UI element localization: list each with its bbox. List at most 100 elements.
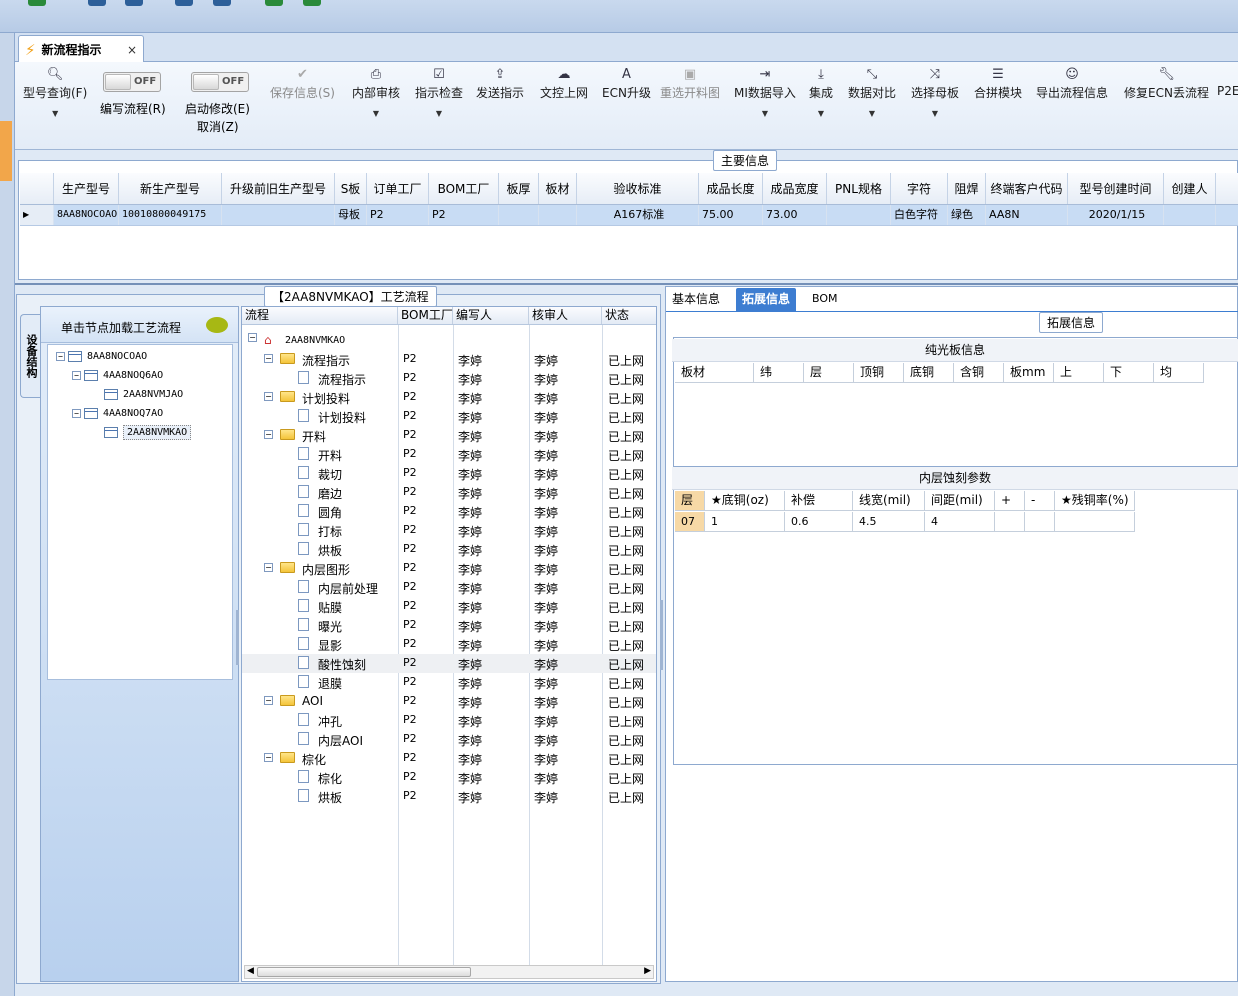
- process-row[interactable]: 内层AOI P2 李婷 李婷 已上网: [242, 730, 656, 749]
- column-header[interactable]: 订单工厂: [367, 173, 429, 204]
- collapse-icon[interactable]: −: [72, 409, 81, 418]
- process-row[interactable]: − 内层图形 P2 李婷 李婷 已上网: [242, 559, 656, 578]
- column-header[interactable]: 成品长度: [699, 173, 763, 204]
- column-header[interactable]: 新生产型号: [119, 173, 222, 204]
- process-row[interactable]: − AOI P2 李婷 李婷 已上网: [242, 692, 656, 711]
- horizontal-scrollbar[interactable]: ◀ ▶: [244, 965, 654, 979]
- column-header[interactable]: 创建人: [1164, 173, 1216, 204]
- process-row[interactable]: 冲孔 P2 李婷 李婷 已上网: [242, 711, 656, 730]
- collapse-icon[interactable]: −: [264, 753, 273, 762]
- query-button[interactable]: 🔍︎ 型号查询(F) ▼: [23, 66, 87, 118]
- tab-device-structure[interactable]: 设备结构: [20, 314, 40, 398]
- ecn-upgrade-button[interactable]: A ECN升级: [602, 66, 651, 101]
- tree-node[interactable]: −4AA8NOQ6AO: [72, 370, 163, 381]
- ribbon-icon[interactable]: [175, 0, 193, 6]
- process-row[interactable]: 打标 P2 李婷 李婷 已上网: [242, 521, 656, 540]
- process-row[interactable]: 曝光 P2 李婷 李婷 已上网: [242, 616, 656, 635]
- process-row[interactable]: − 计划投料 P2 李婷 李婷 已上网: [242, 388, 656, 407]
- process-row[interactable]: 退膜 P2 李婷 李婷 已上网: [242, 673, 656, 692]
- save-button[interactable]: ✔ 保存信息(S): [270, 66, 335, 101]
- column-header[interactable]: 字符: [891, 173, 948, 204]
- chevron-down-icon[interactable]: ▼: [23, 109, 87, 118]
- p2e-button[interactable]: P2E(: [1217, 66, 1238, 98]
- collapse-icon[interactable]: −: [264, 392, 273, 401]
- column-header[interactable]: 型号创建时间: [1068, 173, 1164, 204]
- internal-review-button[interactable]: ⎙ 内部审核 ▼: [352, 66, 400, 118]
- cancel-button[interactable]: 取消(Z): [197, 118, 239, 135]
- chevron-down-icon[interactable]: ▼: [734, 109, 796, 118]
- row-selector-header[interactable]: [20, 173, 54, 204]
- chevron-down-icon[interactable]: ▼: [809, 109, 833, 118]
- process-row[interactable]: − 开料 P2 李婷 李婷 已上网: [242, 426, 656, 445]
- column-header[interactable]: 板厚: [499, 173, 539, 204]
- close-icon[interactable]: ×: [127, 43, 137, 57]
- tree-node[interactable]: −4AA8NOQ7AO: [72, 408, 163, 419]
- docctrl-button[interactable]: ☁ 文控上网: [540, 66, 588, 101]
- process-row[interactable]: 棕化 P2 李婷 李婷 已上网: [242, 768, 656, 787]
- process-row[interactable]: 圆角 P2 李婷 李婷 已上网: [242, 502, 656, 521]
- process-row[interactable]: − 棕化 P2 李婷 李婷 已上网: [242, 749, 656, 768]
- process-row[interactable]: 流程指示 P2 李婷 李婷 已上网: [242, 369, 656, 388]
- column-header[interactable]: PNL规格: [827, 173, 891, 204]
- chevron-down-icon[interactable]: ▼: [352, 109, 400, 118]
- etch-params-row[interactable]: 07 1 0.6 4.5 4: [675, 512, 1135, 532]
- app-icon[interactable]: [28, 0, 46, 6]
- row-selector-icon[interactable]: ▶: [20, 205, 54, 225]
- collapse-icon[interactable]: −: [248, 333, 257, 342]
- process-row[interactable]: 裁切 P2 李婷 李婷 已上网: [242, 464, 656, 483]
- chevron-down-icon[interactable]: ▼: [848, 109, 896, 118]
- horizontal-splitter[interactable]: [15, 283, 1238, 285]
- tab-bom[interactable]: BOM: [806, 288, 844, 312]
- ribbon-icon[interactable]: [265, 0, 283, 6]
- process-row[interactable]: 酸性蚀刻 P2 李婷 李婷 已上网: [242, 654, 656, 673]
- column-header[interactable]: 终端客户代码: [986, 173, 1068, 204]
- collapse-icon[interactable]: −: [264, 430, 273, 439]
- tree-node[interactable]: 2AA8NVMJAO: [104, 389, 183, 400]
- chevron-down-icon[interactable]: ▼: [911, 109, 959, 118]
- process-row[interactable]: 磨边 P2 李婷 李婷 已上网: [242, 483, 656, 502]
- ribbon-icon[interactable]: [213, 0, 231, 6]
- process-row[interactable]: 计划投料 P2 李婷 李婷 已上网: [242, 407, 656, 426]
- process-row[interactable]: 烘板 P2 李婷 李婷 已上网: [242, 787, 656, 806]
- column-header[interactable]: 阻焊: [948, 173, 986, 204]
- process-row[interactable]: 显影 P2 李婷 李婷 已上网: [242, 635, 656, 654]
- ribbon-icon[interactable]: [88, 0, 106, 6]
- send-button[interactable]: ⇪ 发送指示: [476, 66, 524, 101]
- mi-import-button[interactable]: ⇥ MI数据导入 ▼: [734, 66, 796, 118]
- process-row[interactable]: 烘板 P2 李婷 李婷 已上网: [242, 540, 656, 559]
- reselect-button[interactable]: ▣ 重选开料图: [660, 66, 720, 101]
- tab-basic-info[interactable]: 基本信息: [666, 288, 726, 312]
- export-button[interactable]: ☺ 导出流程信息: [1036, 66, 1108, 101]
- collapse-icon[interactable]: −: [56, 352, 65, 361]
- instruction-check-button[interactable]: ☑ 指示检查 ▼: [415, 66, 463, 118]
- tab-new-flow[interactable]: ⚡ 新流程指示 ×: [18, 35, 144, 63]
- column-header[interactable]: 生产型号: [54, 173, 119, 204]
- vertical-splitter[interactable]: [236, 610, 239, 665]
- column-header[interactable]: 板材: [539, 173, 577, 204]
- collapse-icon[interactable]: −: [72, 371, 81, 380]
- column-header[interactable]: 验收标准: [577, 173, 699, 204]
- tab-extended-info[interactable]: 拓展信息: [736, 288, 797, 312]
- tree-node[interactable]: −8AA8NOCOAO: [56, 351, 147, 362]
- collapse-icon[interactable]: −: [264, 563, 273, 572]
- table-row[interactable]: ▶ 8AA8NOCOAO 10010800049175 母板 P2 P2 A16…: [20, 205, 1238, 226]
- select-master-button[interactable]: ⤨ 选择母板 ▼: [911, 66, 959, 118]
- column-header[interactable]: S板: [335, 173, 367, 204]
- column-header[interactable]: 升级前旧生产型号: [222, 173, 335, 204]
- write-flow-toggle[interactable]: OFF: [103, 72, 161, 92]
- integrate-button[interactable]: ⤓ 集成 ▼: [809, 66, 833, 118]
- process-row[interactable]: 开料 P2 李婷 李婷 已上网: [242, 445, 656, 464]
- process-row[interactable]: 内层前处理 P2 李婷 李婷 已上网: [242, 578, 656, 597]
- process-row[interactable]: − 流程指示 P2 李婷 李婷 已上网: [242, 350, 656, 369]
- column-header[interactable]: 成品宽度: [763, 173, 827, 204]
- column-header[interactable]: BOM工厂: [429, 173, 499, 204]
- repair-button[interactable]: 🔧︎ 修复ECN丢流程: [1124, 66, 1209, 101]
- compare-button[interactable]: ⤡ 数据对比 ▼: [848, 66, 896, 118]
- merge-button[interactable]: ☰ 合拼模块: [974, 66, 1022, 101]
- ribbon-icon[interactable]: [125, 0, 143, 6]
- ribbon-icon[interactable]: [303, 0, 321, 6]
- process-row[interactable]: 贴膜 P2 李婷 李婷 已上网: [242, 597, 656, 616]
- collapse-icon[interactable]: −: [264, 354, 273, 363]
- tree-node-selected[interactable]: 2AA8NVMKAO: [104, 425, 192, 440]
- tree-root-row[interactable]: − ⌂ 2AA8NVMKAO: [242, 331, 656, 350]
